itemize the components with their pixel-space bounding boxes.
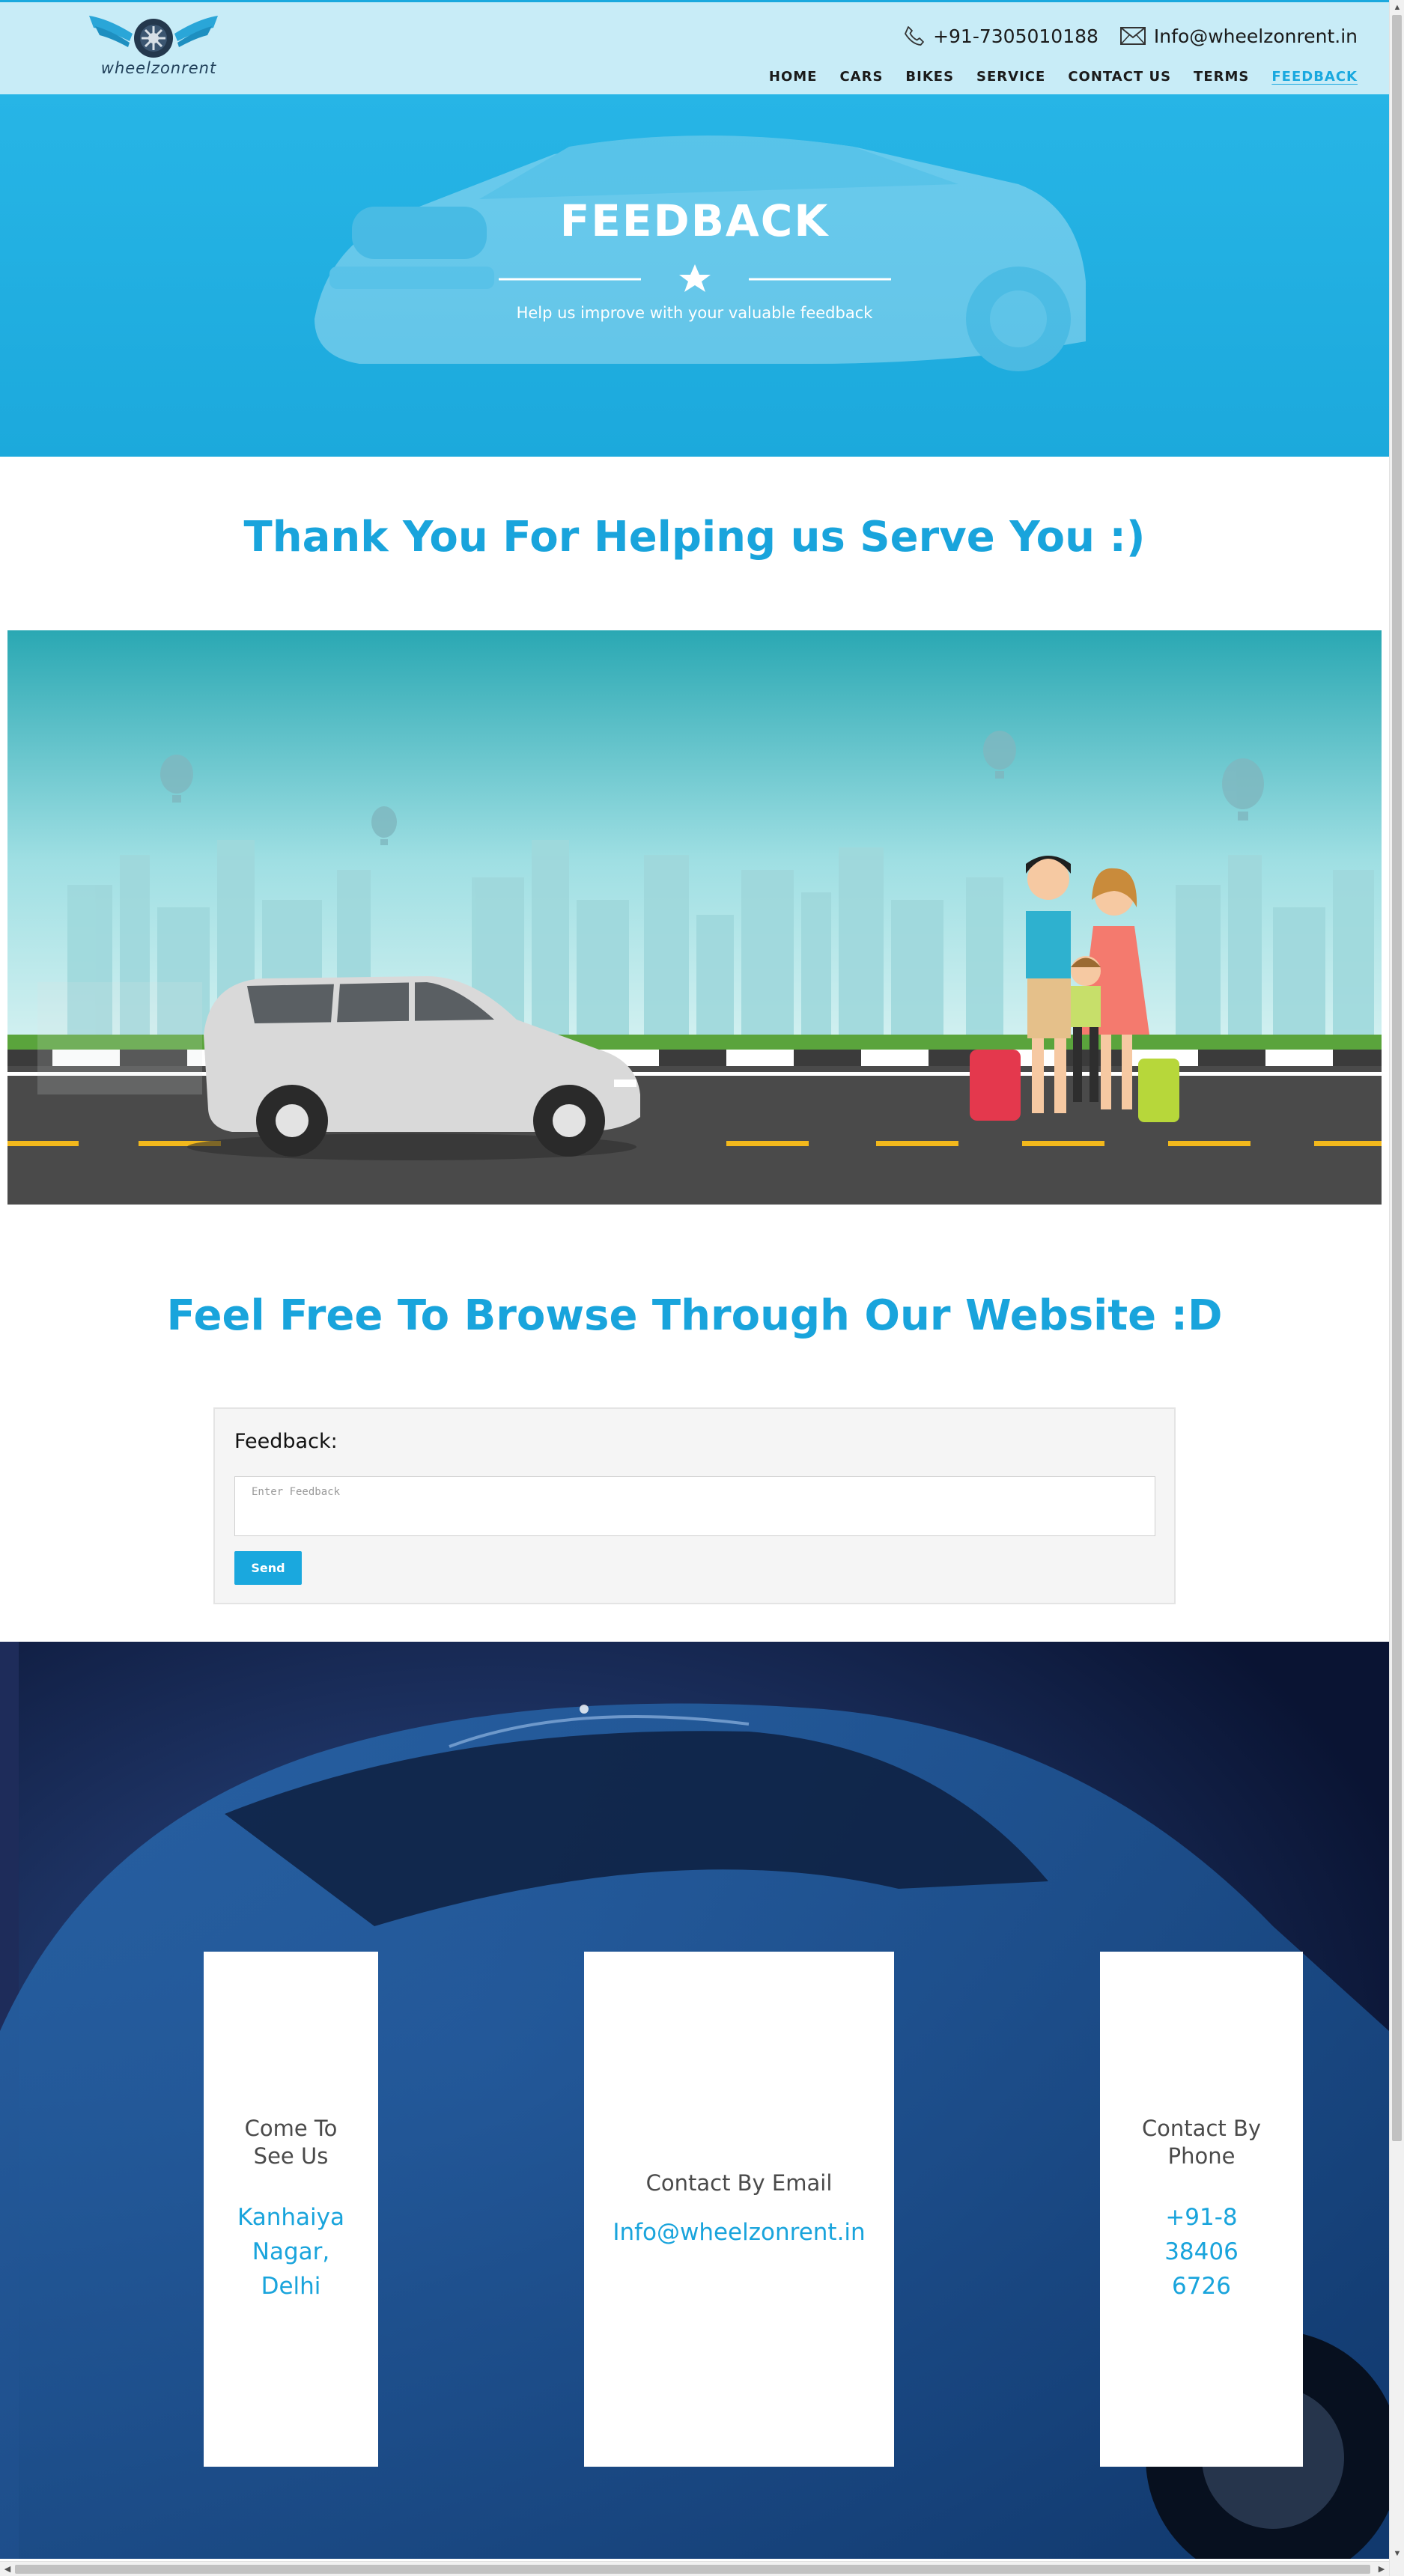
phone-card: Contact By Phone +91-8384066726 [1100, 1952, 1303, 2467]
main-nav: HOME CARS BIKES SERVICE CONTACT US TERMS… [769, 69, 1358, 85]
visit-card-address: Kanhaiya Nagar, Delhi [237, 2204, 345, 2300]
nav-cars[interactable]: CARS [839, 69, 883, 85]
hero-subtitle: Help us improve with your valuable feedb… [516, 304, 873, 322]
horizontal-scroll-thumb[interactable] [15, 2565, 1370, 2574]
email-address[interactable]: Info@wheelzonrent.in [1154, 25, 1358, 47]
phone-icon [905, 26, 924, 46]
logo-text: wheelzonrent [100, 59, 217, 77]
logo[interactable]: wheelzonrent [86, 11, 221, 80]
send-button[interactable]: Send [234, 1551, 302, 1585]
browse-heading: Feel Free To Browse Through Our Website … [166, 1291, 1223, 1340]
envelope-icon [1119, 27, 1146, 45]
phone-number[interactable]: +91-7305010188 [933, 25, 1098, 47]
family-car-illustration [7, 630, 1382, 1225]
feedback-textarea[interactable] [234, 1476, 1155, 1536]
contact-section: Come To See Us Kanhaiya Nagar, Delhi Con… [0, 1642, 1389, 2559]
email-contact[interactable]: Info@wheelzonrent.in [1119, 25, 1358, 47]
nav-service[interactable]: SERVICE [976, 69, 1045, 85]
feedback-form: Feedback: Send [213, 1407, 1176, 1604]
visit-card-title: Come To See Us [244, 2116, 338, 2169]
thank-you-heading: Thank You For Helping us Serve You :) [243, 513, 1146, 561]
hero-banner: FEEDBACK Help us improve with your valua… [0, 94, 1389, 457]
hero-divider [499, 264, 891, 292]
top-contact-bar: +91-7305010188 Info@wheelzonrent.in [903, 25, 1358, 47]
nav-home[interactable]: HOME [769, 69, 818, 85]
visit-card: Come To See Us Kanhaiya Nagar, Delhi [204, 1952, 378, 2467]
vertical-scrollbar[interactable]: ▲ ▼ [1389, 0, 1404, 2576]
nav-contact-us[interactable]: CONTACT US [1068, 69, 1171, 85]
site-header: wheelzonrent +91-7305010188 Info@wheelzo… [0, 0, 1389, 94]
nav-feedback[interactable]: FEEDBACK [1271, 69, 1358, 85]
scroll-right-arrow-icon[interactable]: ▶ [1374, 2562, 1389, 2576]
logo-wheel-icon [89, 16, 218, 58]
phone-contact[interactable]: +91-7305010188 [903, 25, 1098, 47]
page-title: FEEDBACK [559, 195, 830, 246]
feedback-label: Feedback: [234, 1430, 338, 1453]
email-card-title: Contact By Email [645, 2169, 833, 2196]
phone-card-title: Contact By Phone [1141, 2116, 1262, 2169]
phone-card-number[interactable]: +91-8384066726 [1161, 2200, 1243, 2304]
email-card: Contact By Email Info@wheelzonrent.in [584, 1952, 894, 2467]
nav-bikes[interactable]: BIKES [905, 69, 954, 85]
nav-terms[interactable]: TERMS [1194, 69, 1249, 85]
scroll-down-arrow-icon[interactable]: ▼ [1390, 2546, 1404, 2561]
vertical-scroll-thumb[interactable] [1392, 15, 1402, 2141]
email-card-link[interactable]: Info@wheelzonrent.in [613, 2215, 865, 2250]
star-icon [679, 264, 711, 292]
scroll-left-arrow-icon[interactable]: ◀ [0, 2562, 15, 2576]
scroll-up-arrow-icon[interactable]: ▲ [1390, 0, 1404, 15]
horizontal-scrollbar[interactable]: ◀ ▶ [0, 2561, 1389, 2576]
